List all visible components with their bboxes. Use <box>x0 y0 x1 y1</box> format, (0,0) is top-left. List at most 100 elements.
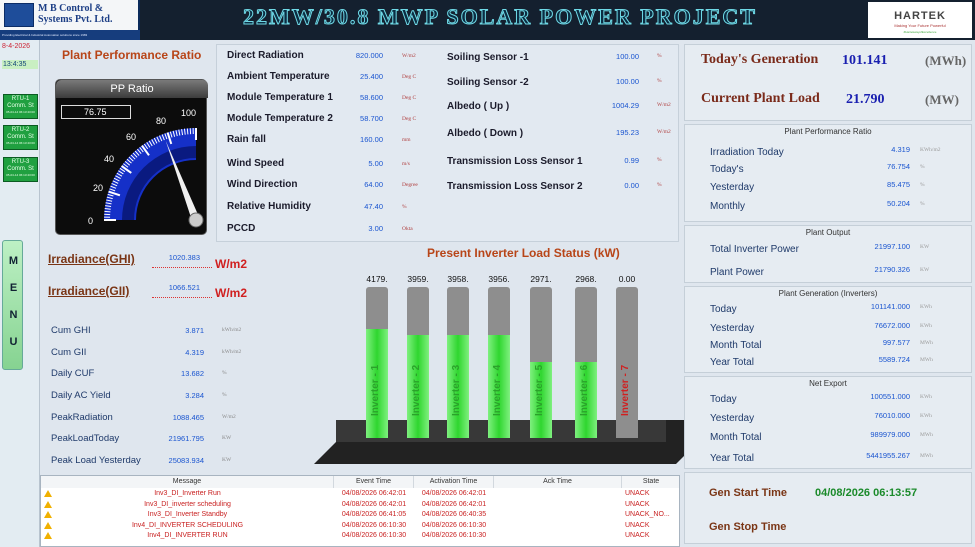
stat-label: Today <box>710 394 737 405</box>
param-label: Ambient Temperature <box>227 71 330 82</box>
inverter-name-label[interactable]: Inverter - 4 <box>492 365 503 416</box>
param-value: 195.23 <box>616 128 639 137</box>
param-label: PCCD <box>227 223 256 234</box>
rtu-1-comm: Comm. St <box>7 103 34 109</box>
param-label: Albedo ( Up ) <box>447 101 510 112</box>
stat-value: 50.204 <box>887 199 910 208</box>
param-label: Transmission Loss Sensor 2 <box>447 181 583 192</box>
rtu-2-comm: Comm. St <box>7 134 34 140</box>
col-header-state[interactable]: State <box>622 476 679 488</box>
param-label: Wind Direction <box>227 179 298 190</box>
gen-stop-label: Gen Stop Time <box>709 521 787 533</box>
irradiance-gii-value: 1066.521 <box>168 283 200 292</box>
cumulative-unit: W/m2 <box>222 414 236 420</box>
stat-unit: % <box>920 182 925 188</box>
rtu-2-name: RTU-2 <box>11 127 30 133</box>
inverter-value-label: 4179. <box>366 274 388 284</box>
stat-unit: KW <box>920 244 930 250</box>
logo-tagline: Providing Electrical & Industrial Automa… <box>0 30 140 40</box>
param-value: 58.600 <box>360 93 383 102</box>
cumulative-unit: KW <box>222 457 232 463</box>
alarm-row[interactable]: Inv3_DI_Inverter Run 04/08/2026 06:42:01 0… <box>41 489 679 499</box>
cumulative-label: Daily CUF <box>51 368 95 379</box>
hartek-tagline: Making Your Future Powerful <box>894 23 946 28</box>
inverter-chart-title: Present Inverter Load Status (kW) <box>427 246 620 260</box>
param-value: 100.00 <box>616 77 639 86</box>
gauge-tick-label: 20 <box>93 183 103 193</box>
rtu-1-status[interactable]: RTU-1 Comm. St 05-04-14 06:13:43:00 <box>3 94 38 119</box>
alarm-row[interactable]: Inv3_DI_Inverter Standby 04/08/2026 06:41… <box>41 510 679 520</box>
irradiance-ghi-dots <box>152 267 212 268</box>
inverter-name-label[interactable]: Inverter - 1 <box>370 365 381 416</box>
alarm-event-time: 04/08/2026 06:10:30 <box>341 521 407 529</box>
menu-button[interactable]: M E N U <box>2 240 23 370</box>
alarm-message: Inv4_DI_INVERTER SCHEDULING <box>131 521 244 529</box>
gauge-tick-label: 0 <box>88 216 93 226</box>
param-value: 5.00 <box>368 159 383 168</box>
inverter-name-label[interactable]: Inverter - 7 <box>620 365 631 416</box>
param-unit: % <box>657 78 662 84</box>
cumulative-value: 1088.465 <box>172 413 204 422</box>
alarm-activation-time: 04/08/2026 06:42:01 <box>421 500 487 508</box>
param-value: 0.99 <box>624 156 639 165</box>
today-generation-label: Today's Generation <box>701 52 819 67</box>
irradiance-ghi-unit: W/m2 <box>215 257 248 271</box>
mb-logo-mark <box>4 3 34 27</box>
alarm-row[interactable]: Inv3_DI_inverter scheduling 04/08/2026 06… <box>41 500 679 510</box>
param-label: Wind Speed <box>227 158 285 169</box>
rtu-3-status[interactable]: RTU-3 Comm. St 05-04-14 06:13:43:00 <box>3 157 38 182</box>
param-label: Transmission Loss Sensor 1 <box>447 156 583 167</box>
alarm-event-time: 04/08/2026 06:42:01 <box>341 500 407 508</box>
alarm-row[interactable]: Inv4_DI_INVERTER SCHEDULING 04/08/2026 06… <box>41 521 679 531</box>
param-value: 160.00 <box>360 135 383 144</box>
stat-value: 76.754 <box>887 162 910 171</box>
stat-unit: KW <box>920 267 930 273</box>
alarm-event-time: 04/08/2026 06:10:30 <box>341 532 407 539</box>
cumulative-unit: kWh/m2 <box>222 327 242 333</box>
inverter-name-label[interactable]: Inverter - 2 <box>411 365 422 416</box>
alarm-activation-time: 04/08/2026 06:42:01 <box>421 490 487 497</box>
alarm-row[interactable]: Inv4_DI_INVERTER RUN 04/08/2026 06:10:30 0… <box>41 531 679 541</box>
stat-unit: KWh <box>920 394 932 400</box>
cumulative-label: PeakRadiation <box>51 412 113 423</box>
inverter-value-label: 3958. <box>447 274 469 284</box>
alarm-table[interactable]: Message Event Time Activation Time Ack T… <box>40 475 680 547</box>
param-label: Relative Humidity <box>227 201 311 212</box>
stat-label: Yesterday <box>710 323 755 334</box>
inverter-value-label: 2968. <box>575 274 597 284</box>
stat-unit: MWh <box>920 357 933 363</box>
param-value: 64.00 <box>364 180 383 189</box>
stat-value: 21790.326 <box>874 265 910 274</box>
inverter-name-label[interactable]: Inverter - 3 <box>451 365 462 416</box>
inverter-name-label[interactable]: Inverter - 5 <box>534 365 545 416</box>
param-unit: W/m2 <box>402 53 416 59</box>
rtu-3-time: 05-04-14 06:13:43:00 <box>6 173 35 177</box>
stat-unit: % <box>920 164 925 170</box>
pr-panel-title: Plant Performance Ratio <box>784 127 872 136</box>
inverter-name-label[interactable]: Inverter - 6 <box>579 365 590 416</box>
param-label: Soiling Sensor -1 <box>447 52 529 63</box>
stat-unit: KWh <box>920 304 932 310</box>
export-panel-title: Net Export <box>809 379 847 388</box>
col-header-ack-time[interactable]: Ack Time <box>494 476 622 488</box>
col-header-event-time[interactable]: Event Time <box>334 476 414 488</box>
rtu-2-status[interactable]: RTU-2 Comm. St 05-04-14 06:13:43:00 <box>3 125 38 150</box>
alarm-message: Inv3_DI_Inverter Standby <box>147 511 228 518</box>
stat-label: Year Total <box>710 453 754 464</box>
col-header-activation-time[interactable]: Activation Time <box>414 476 494 488</box>
col-header-message[interactable]: Message <box>41 476 334 488</box>
time-label: 13:4:35 <box>2 60 38 69</box>
stat-unit: KWh/m2 <box>920 147 941 153</box>
stat-label: Yesterday <box>710 182 755 193</box>
menu-letter: U <box>9 336 18 348</box>
stat-value: 85.475 <box>887 180 910 189</box>
alarm-state: UNACK_NO... <box>625 511 670 518</box>
stat-label: Plant Power <box>710 267 764 278</box>
param-label: Direct Radiation <box>227 50 304 61</box>
alarm-activation-time: 04/08/2026 06:10:30 <box>421 532 487 539</box>
date-label: 8-4-2026 <box>2 43 31 50</box>
gauge-dial: 0 20 40 60 80 100 <box>88 108 204 228</box>
logo-line2: Systems Pvt. Ltd. <box>38 14 113 25</box>
hartek-logo: HARTEK Making Your Future Powerful #Hart… <box>868 2 972 38</box>
stat-value: 5589.724 <box>878 355 910 364</box>
